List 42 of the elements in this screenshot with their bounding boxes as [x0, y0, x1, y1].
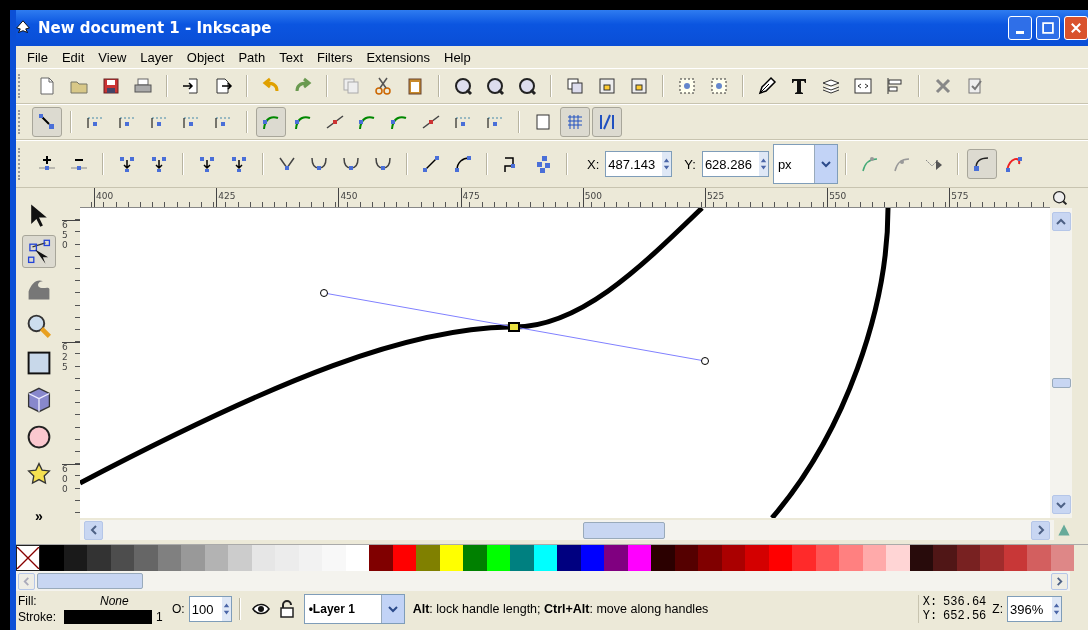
cursor-y-label: Y: — [922, 609, 938, 623]
cursor-x-value: 536.64 — [943, 595, 987, 609]
ruler-label: 650 — [62, 221, 69, 251]
number-field[interactable]: 100 — [188, 596, 232, 622]
menu-item[interactable]: View — [91, 49, 134, 65]
menu-item[interactable]: Text — [272, 49, 310, 65]
ruler-label: 450 — [339, 191, 358, 201]
field-label: O: — [172, 602, 185, 616]
ruler-label: 525 — [705, 191, 725, 201]
menu-item[interactable]: Edit — [54, 49, 92, 65]
ruler-label: 550 — [828, 191, 847, 201]
menu-item[interactable]: File — [20, 49, 55, 65]
layer-dropdown[interactable]: •Layer 1 — [303, 594, 405, 624]
cursor-x-label: X: — [922, 595, 938, 609]
number-field[interactable]: 487.143 — [605, 151, 673, 177]
cursor-y-value: 652.56 — [943, 609, 987, 623]
status-message: Alt: lock handle length; Ctrl+Alt: move along handles — [412, 602, 710, 616]
ruler-label: 600 — [62, 465, 69, 496]
stroke-width: 1 — [156, 610, 163, 624]
field-label: Z: — [992, 602, 1003, 616]
window-title: New document 1 - Inkscape — [38, 19, 273, 37]
menu-item[interactable]: Filters — [310, 49, 360, 65]
ruler-label: 475 — [461, 191, 480, 201]
ruler-label: 400 — [95, 191, 114, 201]
stroke-label: Stroke: — [18, 610, 57, 624]
unit-dropdown[interactable]: px — [772, 144, 838, 184]
number-field[interactable]: 396% — [1007, 596, 1062, 622]
number-field[interactable]: 628.286 — [701, 151, 769, 177]
menu-item[interactable]: Object — [179, 49, 232, 65]
ruler-label: 575 — [950, 191, 969, 201]
menu-item[interactable]: Extensions — [359, 49, 437, 65]
more-tools-button[interactable]: » — [31, 508, 47, 524]
field-label: X: — [587, 156, 600, 172]
ruler-label: 500 — [583, 191, 602, 201]
menu-item[interactable]: Layer — [133, 49, 180, 65]
ruler-label: 425 — [217, 191, 236, 201]
field-label: Y: — [684, 156, 696, 172]
menu-item[interactable]: Path — [231, 49, 273, 65]
fill-label: Fill: — [18, 594, 38, 608]
fill-value: None — [100, 594, 129, 608]
ruler-label: 625 — [62, 343, 69, 373]
menu-item[interactable]: Help — [437, 49, 478, 65]
